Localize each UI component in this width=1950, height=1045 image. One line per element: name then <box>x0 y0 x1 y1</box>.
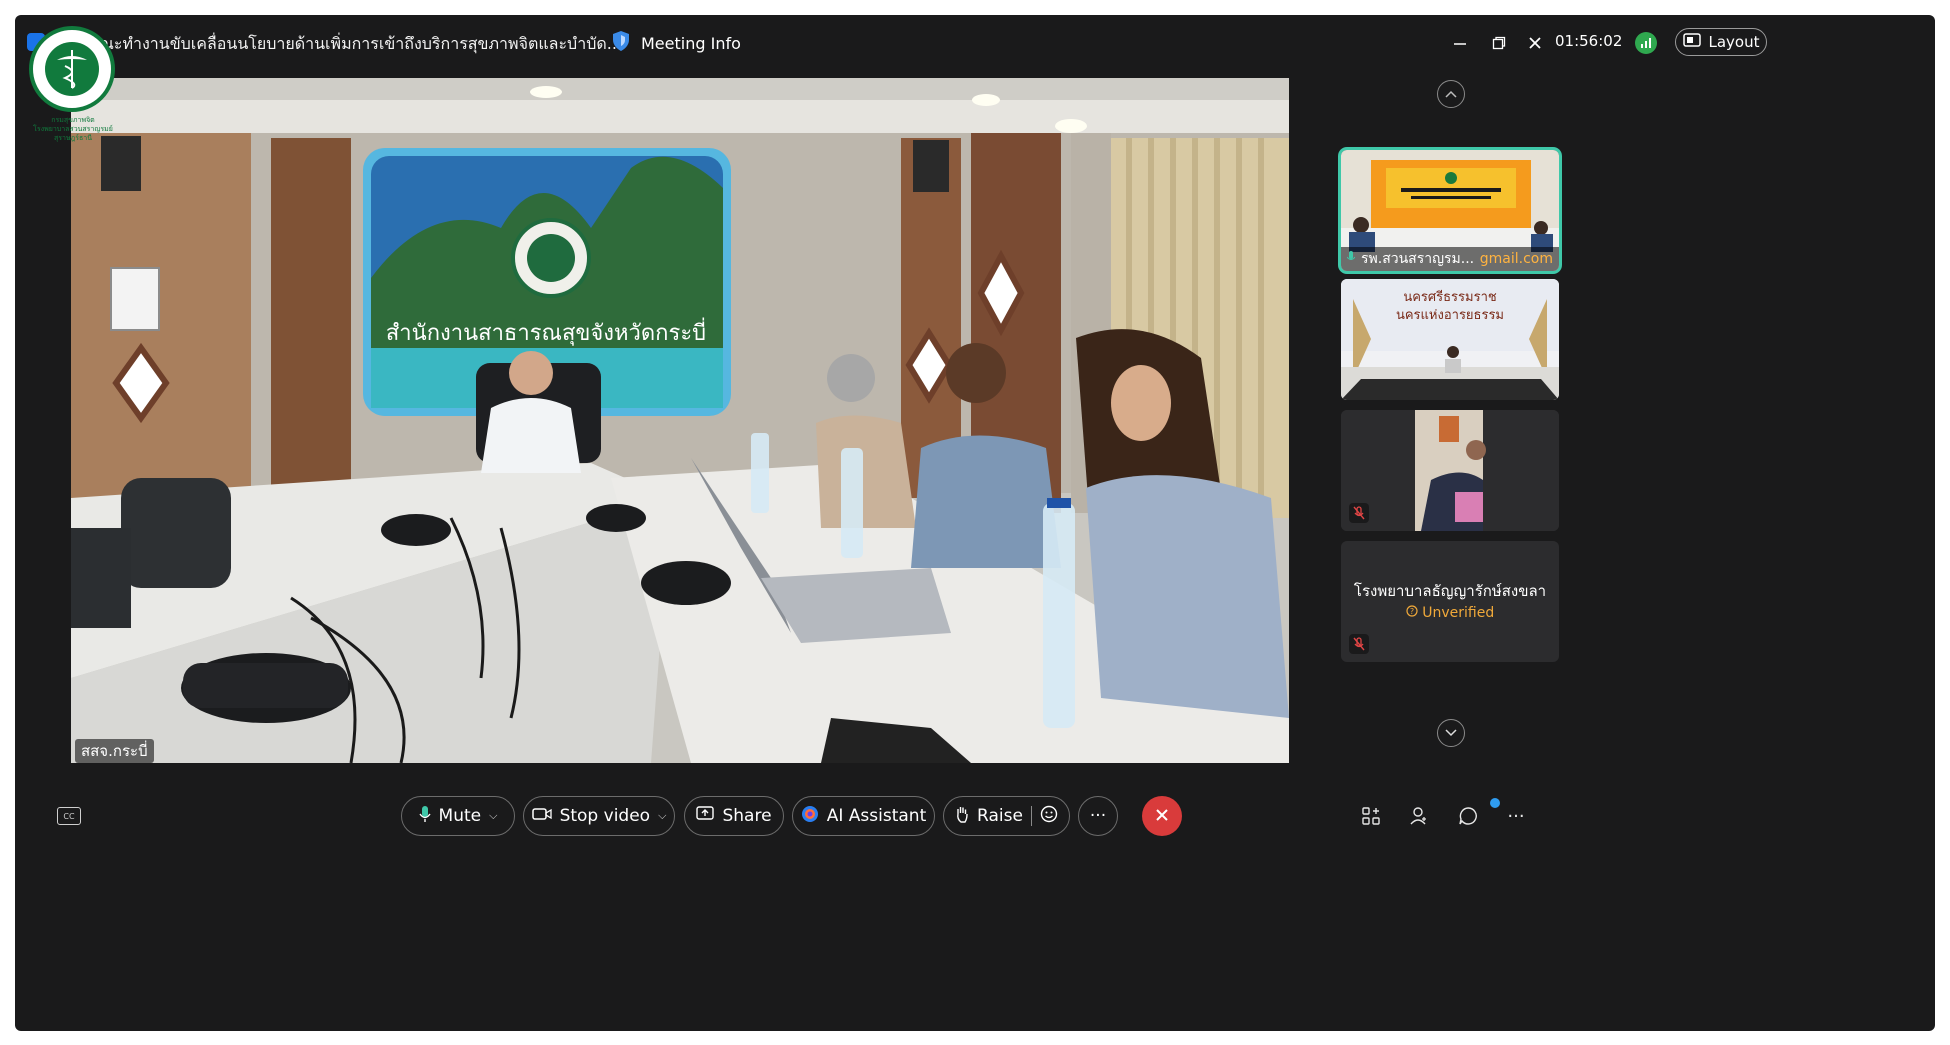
mic-icon <box>1346 251 1356 267</box>
closed-captions-icon[interactable]: CC <box>57 807 81 825</box>
layout-label: Layout <box>1708 33 1760 51</box>
caduceus-emblem <box>45 42 99 96</box>
cc-label: CC <box>63 811 75 821</box>
logo-caption-line: โรงพยาบาลสวนสราญรมย์ <box>33 125 113 133</box>
ai-assistant-label: AI Assistant <box>826 806 927 826</box>
hand-icon <box>955 805 969 828</box>
muted-mic-icon <box>1349 634 1369 654</box>
more-label: ··· <box>1089 806 1107 826</box>
restore-icon[interactable] <box>1485 29 1513 57</box>
active-speaker-label: สสจ.กระบี่ <box>75 739 154 763</box>
participant-video <box>1341 410 1559 531</box>
scroll-down-button[interactable] <box>1437 719 1465 747</box>
divider <box>1030 806 1032 826</box>
minimize-icon[interactable] <box>1446 29 1474 57</box>
close-icon[interactable] <box>1521 29 1549 57</box>
ministry-seal <box>29 26 115 112</box>
raise-hand-button[interactable]: Raise <box>943 796 1070 836</box>
apps-icon[interactable] <box>1358 803 1384 829</box>
main-video-feed[interactable]: สำนักงานสาธารณสุขจังหวัดกระบี่ <box>71 78 1289 763</box>
mute-label: Mute <box>438 806 482 826</box>
shield-icon <box>611 30 631 56</box>
tile-caption: รพ.สวนสราญรม... gmail.com <box>1341 247 1559 271</box>
conference-room-video: สำนักงานสาธารณสุขจังหวัดกระบี่ <box>71 78 1289 763</box>
unverified-status: ? Unverified <box>1341 605 1559 621</box>
mute-button[interactable]: Mute ⌵ <box>401 796 515 836</box>
chat-icon[interactable] <box>1455 803 1481 829</box>
logo-caption-line: กรมสุขภาพจิต <box>51 116 95 124</box>
raise-label: Raise <box>977 806 1023 826</box>
banner-line-1: นครศรีธรรมราช <box>1403 289 1497 305</box>
participant-tile-1[interactable]: รพ.สวนสราญรม... gmail.com <box>1341 150 1559 271</box>
meeting-window: ณะทำงานขับเคลื่อนนโยบายด้านเพิ่มการเข้าถ… <box>15 15 1935 1031</box>
svg-text:?: ? <box>1410 607 1414 616</box>
participants-icon[interactable] <box>1406 803 1432 829</box>
share-screen-icon <box>696 805 715 827</box>
chevron-up-icon <box>1445 87 1457 101</box>
share-label: Share <box>722 806 772 826</box>
more-label: ··· <box>1507 805 1525 827</box>
backdrop-sign: สำนักงานสาธารณสุขจังหวัดกระบี่ <box>386 317 706 346</box>
chevron-down-icon[interactable]: ⌵ <box>658 809 666 823</box>
stop-video-button[interactable]: Stop video ⌵ <box>523 796 675 836</box>
participant-tile-3[interactable] <box>1341 410 1559 531</box>
meeting-info-button[interactable]: Meeting Info <box>611 29 741 57</box>
layout-button[interactable]: Layout <box>1675 28 1767 56</box>
chat-notification-badge <box>1490 798 1500 808</box>
meeting-info-label: Meeting Info <box>641 33 741 53</box>
end-call-button[interactable] <box>1142 796 1182 836</box>
participant-tile-2[interactable]: นครศรีธรรมราช นครแห่งอารยธรรม <box>1341 279 1559 400</box>
participant-name: รพ.สวนสราญรม... <box>1361 251 1475 267</box>
participant-email-domain: gmail.com <box>1479 251 1553 267</box>
unverified-label: Unverified <box>1422 605 1495 621</box>
ministry-logo: กรมสุขภาพจิต โรงพยาบาลสวนสราญรมย์ สุราษฎ… <box>26 26 120 144</box>
reactions-icon[interactable] <box>1040 805 1058 828</box>
muted-mic-icon <box>1349 503 1369 523</box>
participant-tile-4[interactable]: โรงพยาบาลธัญญารักษ์สงขลา ? Unverified <box>1341 541 1559 662</box>
scroll-up-button[interactable] <box>1437 80 1465 108</box>
more-options-button[interactable]: ··· <box>1078 796 1118 836</box>
logo-caption-line: สุราษฎร์ธานี <box>53 134 93 142</box>
logo-caption: กรมสุขภาพจิต โรงพยาบาลสวนสราญรมย์ สุราษฎ… <box>26 116 120 143</box>
meeting-timer: 01:56:02 <box>1555 32 1623 50</box>
microphone-icon <box>418 805 431 828</box>
stop-video-label: Stop video <box>559 806 651 826</box>
chevron-down-icon[interactable]: ⌵ <box>489 809 497 823</box>
share-button[interactable]: Share <box>684 796 784 836</box>
more-icon[interactable]: ··· <box>1503 803 1529 829</box>
participant-name: โรงพยาบาลธัญญารักษ์สงขลา <box>1353 582 1547 600</box>
participant-video: นครศรีธรรมราช นครแห่งอารยธรรม <box>1341 279 1559 400</box>
meeting-title: ณะทำงานขับเคลื่อนนโยบายด้านเพิ่มการเข้าถ… <box>99 34 622 53</box>
ai-assistant-icon <box>801 805 819 828</box>
question-circle-icon: ? <box>1406 605 1422 621</box>
layout-icon <box>1682 33 1701 51</box>
banner-line-2: นครแห่งอารยธรรม <box>1396 308 1504 323</box>
video-camera-icon <box>531 806 552 826</box>
close-icon <box>1155 806 1169 827</box>
network-signal-icon[interactable] <box>1635 32 1657 54</box>
ai-assistant-button[interactable]: AI Assistant <box>792 796 935 836</box>
chevron-down-icon <box>1445 726 1457 740</box>
title-bar: ณะทำงานขับเคลื่อนนโยบายด้านเพิ่มการเข้าถ… <box>15 15 1935 71</box>
